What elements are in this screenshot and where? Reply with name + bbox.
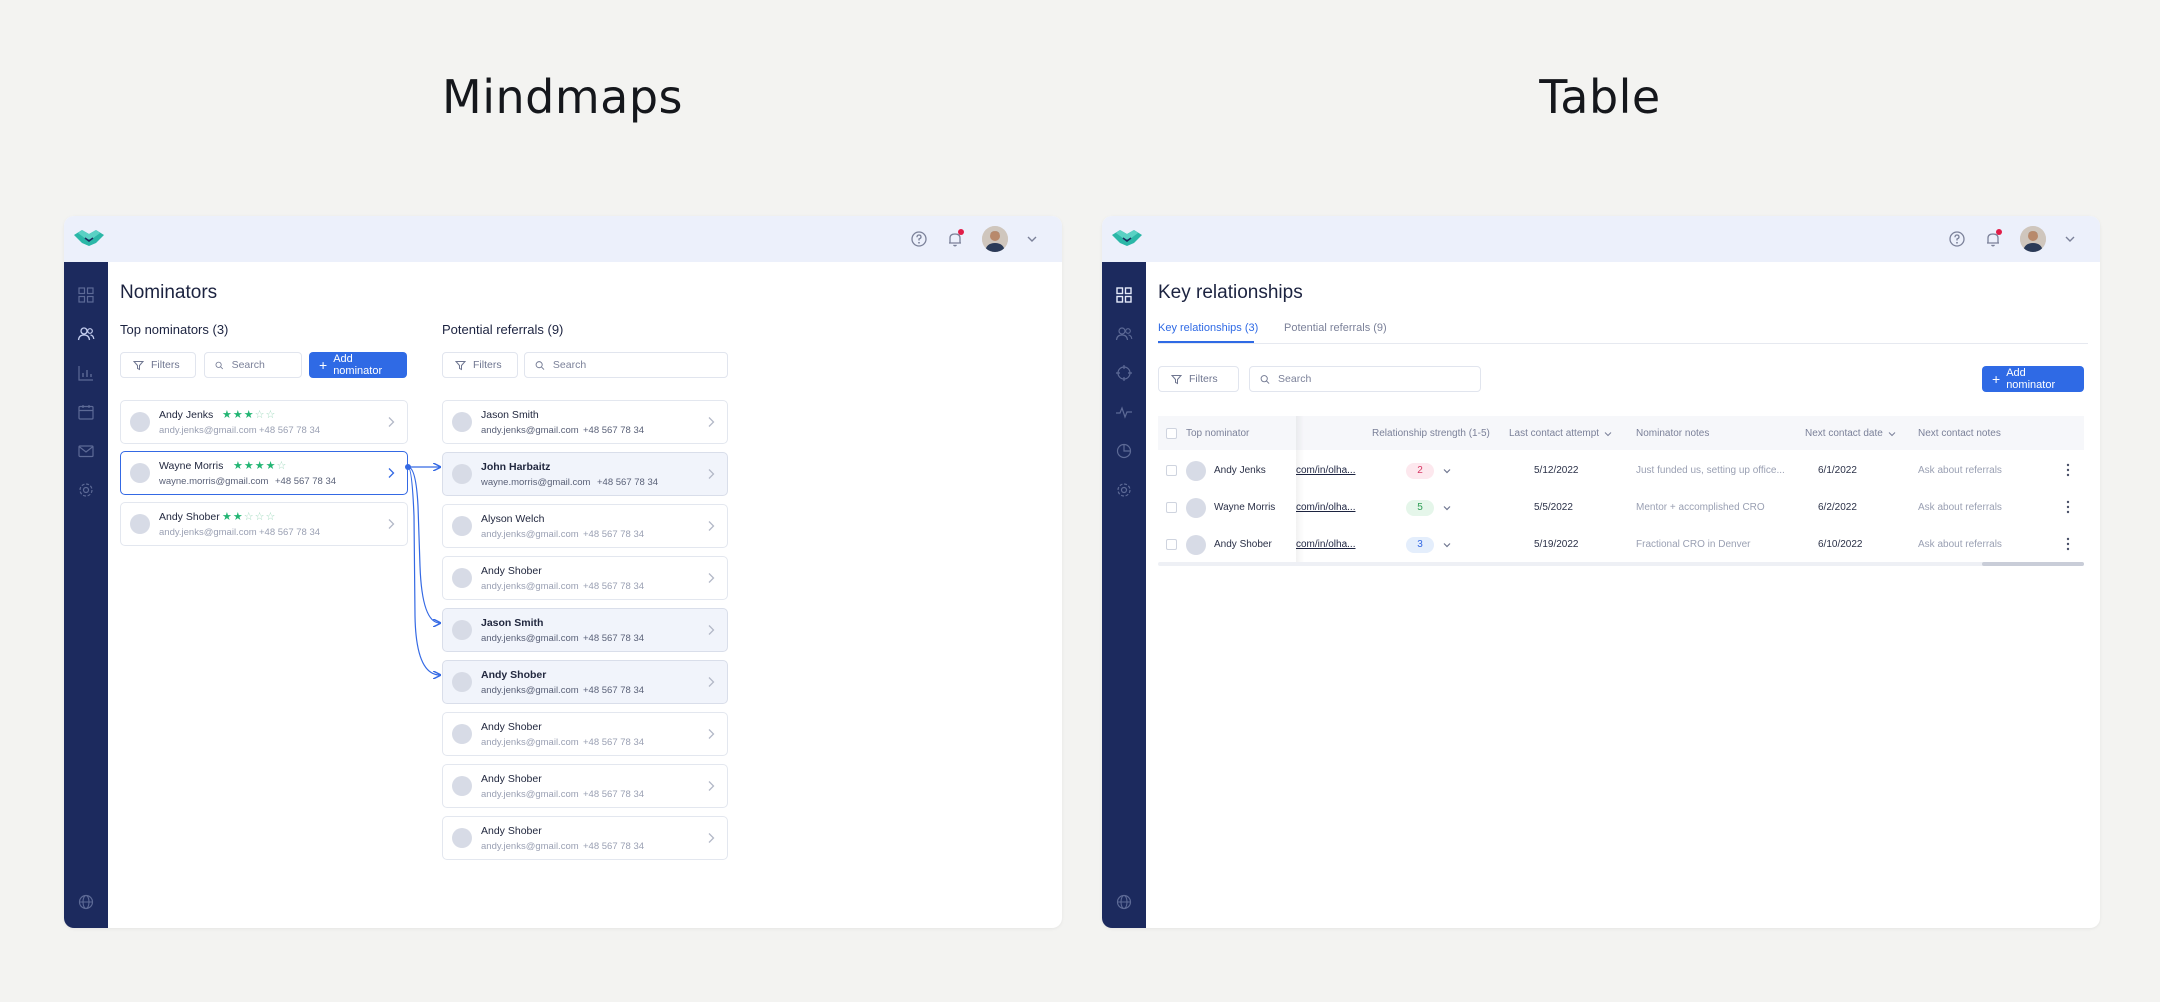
sidebar-target-icon[interactable] [1115,364,1133,382]
strength-dropdown-chevron-down-icon[interactable] [1442,466,1452,476]
table-search-input[interactable] [1278,373,1470,385]
next-contact-date: 6/10/2022 [1818,539,1863,550]
section-title-mindmaps: Mindmaps [442,70,683,124]
notifications-bell-icon[interactable] [1984,229,2002,248]
sort-chevron-down-icon [1604,431,1612,436]
row-checkbox[interactable] [1166,539,1177,550]
nominator-notes: Just funded us, setting up office... [1636,465,1785,476]
sidebar-activity-icon[interactable] [1115,403,1133,421]
next-contact-notes: Ask about referrals [1918,465,2002,476]
sidebar [1102,262,1146,928]
sort-chevron-down-icon [1888,431,1896,436]
relationship-strength-badge[interactable]: 3 [1406,537,1434,553]
column-header-top-nominator[interactable]: Top nominator [1186,428,1249,439]
column-header-next-contact-date[interactable]: Next contact date [1805,428,1896,439]
row-more-options-icon[interactable] [2066,537,2070,551]
add-nominator-button[interactable]: + Add nominator [1982,366,2084,392]
column-header-next-contact-notes[interactable]: Next contact notes [1918,428,2001,439]
next-contact-date: 6/2/2022 [1818,502,1857,513]
mindmap-app-window: Nominators Top nominators (3) Filters + … [64,216,1062,928]
tab-key-relationships[interactable]: Key relationships (3) [1158,322,1258,334]
nominator-name: Wayne Morris [1214,502,1276,513]
page-title: Key relationships [1158,282,1303,303]
tabs-divider [1158,343,2088,344]
avatar [1186,535,1206,555]
connector-line [407,466,440,675]
column-header-label: Relationship strength (1-5) [1372,428,1490,439]
plus-icon: + [1992,371,2001,387]
tab-potential-referrals[interactable]: Potential referrals (9) [1284,322,1387,334]
sidebar-users-icon[interactable] [1115,325,1133,343]
nominator-notes: Fractional CRO in Denver [1636,539,1751,550]
next-contact-notes: Ask about referrals [1918,539,2002,550]
account-menu-chevron-down-icon[interactable] [2064,233,2076,245]
avatar [1186,461,1206,481]
help-icon[interactable] [1948,230,1966,248]
select-all-checkbox[interactable] [1166,428,1177,439]
next-contact-notes: Ask about referrals [1918,502,2002,513]
sidebar-settings-gear-icon[interactable] [1115,481,1133,499]
column-header-label: Next contact date [1805,428,1883,439]
strength-dropdown-chevron-down-icon[interactable] [1442,540,1452,550]
row-more-options-icon[interactable] [2066,463,2070,477]
sidebar-dashboard-grid-icon[interactable] [1115,286,1133,304]
handshake-logo-icon [1112,230,1142,246]
last-contact-date: 5/12/2022 [1534,465,1579,476]
notification-dot [1996,229,2002,235]
relationship-strength-badge[interactable]: 2 [1406,463,1434,479]
strength-dropdown-chevron-down-icon[interactable] [1442,503,1452,513]
next-contact-date: 6/1/2022 [1818,465,1857,476]
column-header-last-contact-attempt[interactable]: Last contact attempt [1509,428,1612,439]
search-icon [1260,374,1270,384]
active-tab-indicator [1158,341,1254,343]
column-header-label: Next contact notes [1918,428,2001,439]
column-header-relationship-strength[interactable]: Relationship strength (1-5) [1372,428,1490,439]
filter-funnel-icon [1171,374,1182,384]
nominator-name: Andy Jenks [1214,465,1266,476]
table-search-box[interactable] [1249,366,1481,392]
last-contact-date: 5/19/2022 [1534,539,1579,550]
linkedin-link[interactable]: com/in/olha... [1296,539,1355,550]
row-checkbox[interactable] [1166,502,1177,513]
linkedin-link[interactable]: com/in/olha... [1296,465,1355,476]
avatar [1186,498,1206,518]
table-filters-button[interactable]: Filters [1158,366,1239,392]
frozen-column-shadow [1296,416,1304,564]
nominator-name: Andy Shober [1214,539,1272,550]
section-title-table: Table [1539,70,1661,124]
column-header-label: Nominator notes [1636,428,1710,439]
top-bar [1102,216,2100,262]
row-checkbox[interactable] [1166,465,1177,476]
column-header-label: Top nominator [1186,428,1250,439]
relationship-strength-badge[interactable]: 5 [1406,500,1434,516]
sidebar-pie-chart-icon[interactable] [1115,442,1133,460]
table-app-window: Key relationships Key relationships (3) … [1102,216,2100,928]
user-avatar[interactable] [2020,226,2046,252]
sidebar-globe-icon[interactable] [1115,893,1133,911]
column-header-nominator-notes[interactable]: Nominator notes [1636,428,1709,439]
horizontal-scrollbar-thumb[interactable] [1982,562,2084,566]
nominator-notes: Mentor + accomplished CRO [1636,502,1765,513]
linkedin-link[interactable]: com/in/olha... [1296,502,1355,513]
add-nominator-label: Add nominator [2006,367,2056,391]
filters-label: Filters [1189,373,1218,385]
mindmap-connectors [405,216,1062,928]
row-more-options-icon[interactable] [2066,500,2070,514]
last-contact-date: 5/5/2022 [1534,502,1573,513]
column-header-label: Last contact attempt [1509,428,1600,439]
horizontal-scrollbar[interactable] [1158,562,2084,566]
